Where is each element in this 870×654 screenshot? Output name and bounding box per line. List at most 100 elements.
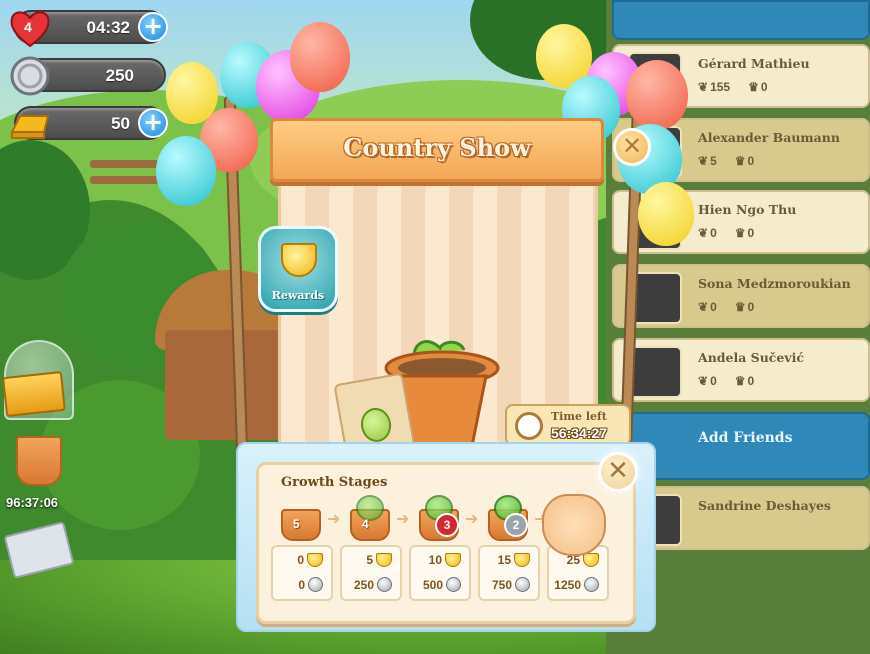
trophy-icon: ♛ — [734, 300, 746, 314]
close-growth-stages-button[interactable]: ✕ — [598, 452, 638, 492]
trophy-icon — [376, 553, 392, 567]
seed-icon: ❦ — [698, 300, 709, 314]
friend-trophies: ♛ 0 — [735, 300, 754, 314]
silver-coin-icon — [446, 577, 461, 592]
coins-bar: 250 — [10, 56, 166, 96]
growth-stages-title: Growth Stages — [281, 475, 388, 490]
stage-ribbon: 2 — [504, 513, 528, 537]
stage-coin-row: 750 — [492, 577, 530, 592]
trophy-icon — [514, 553, 530, 567]
stage-reward-card: 5 250 — [340, 545, 402, 601]
arrow-right-icon: ➜ — [327, 509, 341, 528]
clock-icon — [515, 412, 543, 440]
stage-number: 4 — [362, 517, 369, 531]
trophy-icon: ♛ — [734, 374, 746, 388]
friend-trophies: ♛ 0 — [735, 154, 754, 168]
friend-name: Andela Sučević — [698, 350, 804, 365]
friend-seeds-value: 0 — [710, 300, 717, 314]
friend-trophies-value: 0 — [760, 80, 768, 94]
stage-trophy-value: 10 — [428, 553, 442, 567]
growth-stage: 2 — [482, 493, 534, 545]
trophy-icon — [281, 243, 317, 277]
friend-trophies-value: 0 — [747, 300, 755, 314]
time-left-label: Time left — [551, 410, 607, 423]
stage-trophy-row: 10 — [429, 553, 461, 567]
stage-pot-icon — [281, 509, 321, 541]
stage-trophy-value: 5 — [366, 553, 373, 567]
country-show-banner: Country Show — [270, 118, 604, 182]
stage-coin-value: 250 — [353, 577, 374, 592]
rewards-button[interactable]: Rewards — [258, 226, 338, 312]
stage-coin-row: 0 — [298, 577, 323, 592]
friend-name: Sona Medzmoroukian — [698, 276, 851, 291]
stage-plant-icon — [356, 495, 384, 521]
close-country-show-button[interactable]: ✕ — [613, 128, 651, 166]
trophy-icon — [445, 553, 461, 567]
friend-stats: ❦ 5 ♛ 0 — [698, 154, 754, 168]
add-gold-button[interactable]: + — [138, 108, 168, 138]
stage-reward-card: 10 500 — [409, 545, 471, 601]
friend-trophies-value: 0 — [747, 374, 755, 388]
add-lives-button[interactable]: + — [138, 12, 168, 42]
stage-reward-card: 00 — [271, 545, 333, 601]
silver-coin-icon — [308, 577, 323, 592]
friend-seeds: ❦ 155 — [698, 80, 730, 94]
gold-amount: 50 — [111, 114, 130, 133]
trophy-icon: ♛ — [748, 80, 759, 94]
stage-trophy-row: 5 — [366, 553, 392, 567]
friend-name: Gérard Mathieu — [698, 56, 810, 71]
stage-coin-value: 1250 — [554, 577, 581, 592]
friend-trophies-value: 0 — [747, 226, 755, 240]
lives-bar: 4 04:32 + — [10, 10, 168, 48]
growth-stage: 3 — [413, 493, 465, 545]
time-left-value: 56:34:27 — [551, 425, 608, 441]
lives-count: 4 — [24, 19, 32, 35]
stage-coin-value: 500 — [422, 577, 443, 592]
friend-trophies-value: 0 — [747, 154, 755, 168]
silver-coin-icon — [515, 577, 530, 592]
friend-name: Sandrine Deshayes — [698, 498, 831, 513]
seedling-icon — [358, 405, 394, 445]
side-pot-icon[interactable] — [16, 436, 62, 486]
balloon — [156, 136, 216, 206]
stage-coin-row: 250 — [354, 577, 392, 592]
friends-header-strip — [612, 0, 870, 40]
silver-coin-icon — [584, 577, 599, 592]
balloon — [290, 22, 350, 92]
friend-seeds-value: 155 — [710, 80, 731, 94]
balloon — [626, 60, 688, 130]
trophy-icon — [583, 553, 599, 567]
trophy-icon — [307, 553, 323, 567]
silver-coin-icon — [377, 577, 392, 592]
coins-amount: 250 — [105, 66, 134, 85]
balloon — [638, 182, 694, 246]
friend-name: Alexander Baumann — [698, 130, 840, 145]
stage-ribbon: 3 — [435, 513, 459, 537]
friend-stats: ❦ 0 ♛ 0 — [698, 300, 754, 314]
add-friends-label: Add Friends — [698, 430, 793, 446]
friend-seeds-value: 0 — [710, 374, 717, 388]
rewards-label: Rewards — [271, 289, 325, 302]
gold-offer-icon[interactable] — [2, 370, 66, 418]
lives-timer: 04:32 — [86, 18, 130, 37]
friend-stats: ❦ 0 ♛ 0 — [698, 226, 754, 240]
friend-seeds: ❦ 0 — [698, 374, 717, 388]
gold-bar-icon — [10, 115, 50, 139]
growth-stage: 5 — [275, 493, 327, 545]
stage-reward-card: 15 750 — [478, 545, 540, 601]
country-show-title: Country Show — [343, 133, 531, 162]
growth-stage: 4 — [344, 493, 396, 545]
friend-card[interactable]: Andela Sučević ❦ 0 ♛ 0 — [612, 338, 870, 402]
trophy-icon: ♛ — [734, 154, 746, 168]
friend-trophies: ♛ 0 — [735, 226, 754, 240]
avatar — [628, 346, 682, 398]
stage-trophy-row: 0 — [297, 553, 323, 567]
friend-seeds-value: 0 — [710, 226, 717, 240]
tutorial-hand-icon — [542, 494, 606, 556]
house-wall — [165, 330, 295, 440]
stage-coin-row: 1250 — [554, 577, 599, 592]
gold-bar: 50 + — [10, 106, 168, 140]
seed-icon: ❦ — [698, 374, 709, 388]
silver-coin-icon — [10, 56, 50, 96]
friend-card[interactable]: Sona Medzmoroukian ❦ 0 ♛ 0 — [612, 264, 870, 328]
